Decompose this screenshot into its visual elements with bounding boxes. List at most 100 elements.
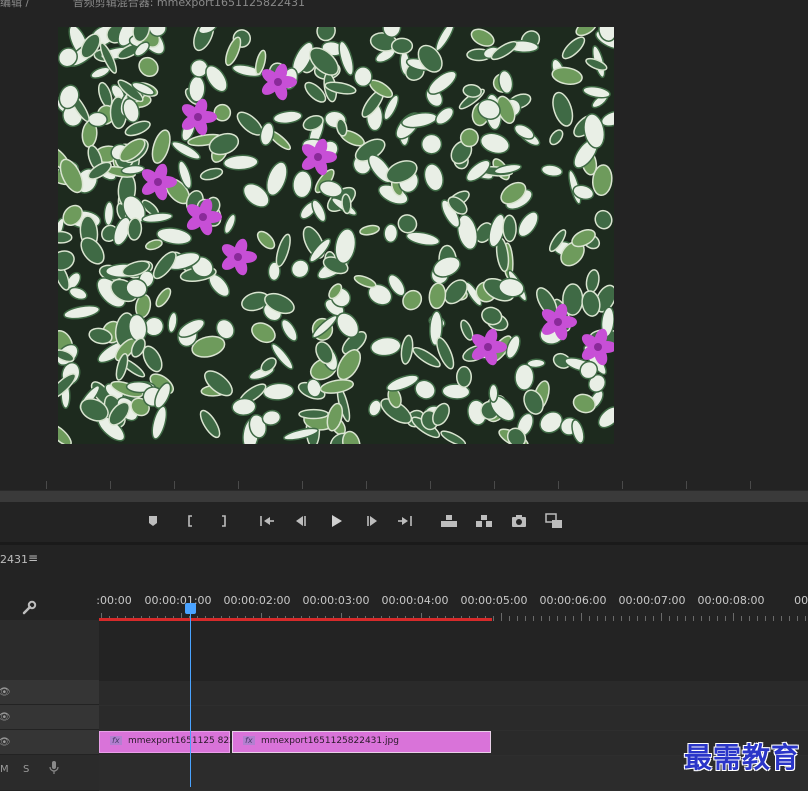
track-header-v2[interactable]: 👁 [0,705,99,730]
play-button[interactable] [325,510,347,532]
timecode-label: 00:00:05:00 [460,594,528,607]
timecode-label: 00:00:07:00 [618,594,686,607]
mark-out-button[interactable] [212,510,234,532]
timecode-label: :00:00 [96,594,132,607]
clip-name: mmexport1651125822431.jpg [261,736,399,746]
monitor-ruler-tick [430,481,431,489]
go-to-out-button[interactable] [394,510,416,532]
step-back-button[interactable] [290,510,312,532]
video-track-2[interactable] [99,706,808,731]
timecode-label: 00:00:04:00 [381,594,449,607]
ruler-tick [693,616,694,621]
timecode-label: 00:00:03:00 [302,594,370,607]
clip-2[interactable]: fx mmexport1651125822431.jpg [232,731,491,753]
eye-icon[interactable]: 👁 [0,687,11,698]
ruler-tick [597,616,598,621]
ruler-tick [677,616,678,621]
mic-icon[interactable] [48,760,60,776]
go-to-in-icon [260,516,274,526]
lift-icon [441,515,457,527]
camera-icon [512,515,526,527]
ruler-tick [749,616,750,621]
ruler-tick [661,613,662,621]
ruler-tick [549,616,550,621]
ruler-tick [701,616,702,621]
ruler-tick [781,616,782,621]
ruler-tick [717,616,718,621]
ruler-tick [621,616,622,621]
flower-bush-image [58,27,614,444]
ruler-tick [517,616,518,621]
panel-menu-icon[interactable]: ≡ [28,551,38,565]
track-header-v1[interactable]: 👁 [0,730,99,755]
ruler-tick [605,616,606,621]
ruler-tick [741,616,742,621]
compare-icon [545,513,562,528]
ruler-tick [733,613,734,621]
ruler-tick [533,616,534,621]
ruler-tick [653,616,654,621]
ruler-tick [565,616,566,621]
export-frame-button[interactable] [508,510,530,532]
monitor-ruler-tick [622,481,623,489]
mute-toggle[interactable]: M [0,764,9,775]
wrench-icon[interactable] [20,599,38,617]
lift-button[interactable] [438,510,460,532]
ruler-tick [773,616,774,621]
timecode-label: 00:00:08:00 [697,594,765,607]
marker-icon [149,516,157,526]
sequence-title: 音频剪辑混合器: mmexport1651125822431 [72,0,305,9]
ruler-tick [525,616,526,621]
fx-badge: fx [243,736,255,745]
timecode-label: 00:00:06:00 [539,594,607,607]
solo-toggle[interactable]: S [23,764,29,775]
program-monitor: 编辑 / 音频剪辑混合器: mmexport1651125822431 [0,0,808,490]
step-forward-button[interactable] [361,510,383,532]
track-header-v3[interactable]: 👁 [0,680,99,705]
ruler-tick [541,616,542,621]
clip-name: mmexport1651125 8224 [128,736,241,746]
monitor-ruler-tick [750,481,751,489]
monitor-ruler-tick [174,481,175,489]
comparison-view-button[interactable] [543,510,565,532]
monitor-ruler-tick [494,481,495,489]
extract-button[interactable] [473,510,495,532]
ruler-tick [725,616,726,621]
panel-title: 编辑 / [0,0,30,9]
extract-icon [476,515,492,527]
go-to-out-icon [398,516,412,526]
mark-in-button[interactable] [180,510,202,532]
sequence-tab[interactable]: 2431 [0,553,28,566]
step-back-icon [296,516,306,526]
monitor-ruler-tick [686,481,687,489]
ruler-tick [789,616,790,621]
ruler-tick [501,613,502,621]
clip-1[interactable]: fx mmexport1651125 8224 [99,731,241,753]
ruler-tick [589,616,590,621]
timecode-label: 00:00 [794,594,808,607]
work-area-bar[interactable] [99,618,492,621]
monitor-ruler-tick [366,481,367,489]
ruler-tick [493,616,494,621]
playhead-handle[interactable] [185,603,196,614]
ruler-tick [613,616,614,621]
monitor-ruler-tick [238,481,239,489]
playhead-line[interactable] [190,607,191,787]
ruler-tick [573,616,574,621]
mark-in-icon [188,515,192,527]
monitor-ruler-tick [558,481,559,489]
ruler-tick [805,616,806,621]
video-frame [58,27,614,444]
video-track-3[interactable] [99,681,808,706]
mark-out-icon [222,515,226,527]
ruler-tick [509,616,510,621]
eye-icon[interactable]: 👁 [0,737,11,748]
eye-icon[interactable]: 👁 [0,712,11,723]
monitor-ruler-tick [46,481,47,489]
add-marker-button[interactable] [142,510,164,532]
ruler-tick [629,616,630,621]
timecode-label: 00:00:01:00 [144,594,212,607]
go-to-in-button[interactable] [256,510,278,532]
timecode-label: 00:00:02:00 [223,594,291,607]
monitor-title: 编辑 / 音频剪辑混合器: mmexport1651125822431 [0,0,305,10]
